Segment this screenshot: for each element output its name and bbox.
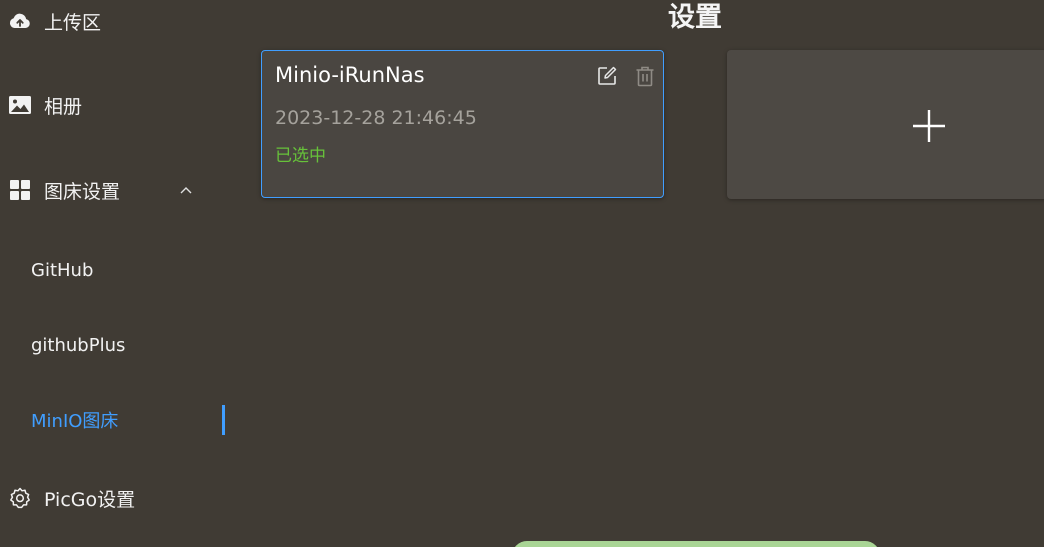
chevron-up-icon[interactable] <box>178 182 194 198</box>
page-title: 设置 <box>668 2 722 33</box>
sidebar-item-label: 图床设置 <box>44 180 121 203</box>
sidebar-subitem-minio[interactable]: MinIO图床 <box>0 400 236 440</box>
grid-icon <box>8 178 32 202</box>
add-config-button[interactable] <box>727 50 1044 199</box>
config-timestamp: 2023-12-28 21:46:45 <box>275 107 477 129</box>
sidebar-item-label: 相册 <box>44 95 83 118</box>
sidebar-item-upload[interactable]: 上传区 <box>0 1 236 41</box>
config-card[interactable]: Minio-iRunNas 2023-12-28 21:46:45 已选中 <box>261 50 664 198</box>
sidebar-subitem-github[interactable]: GitHub <box>0 250 236 290</box>
active-indicator <box>222 405 225 435</box>
app-root: 上传区 相册 图床设置 GitHub githubPlus MinIO图床 Pi… <box>0 0 1044 547</box>
status-badge: 已选中 <box>275 146 326 166</box>
edit-icon[interactable] <box>596 65 618 87</box>
gear-icon <box>8 486 32 510</box>
delete-icon[interactable] <box>634 65 656 87</box>
sidebar-subitem-label: GitHub <box>31 259 94 281</box>
sidebar-item-label: PicGo设置 <box>44 488 136 511</box>
sidebar-item-label: 上传区 <box>44 11 102 34</box>
plus-icon <box>913 110 945 142</box>
sidebar-item-image-hosting[interactable]: 图床设置 <box>0 170 236 210</box>
config-name: Minio-iRunNas <box>275 63 425 87</box>
bottom-action-button[interactable] <box>512 541 880 547</box>
sidebar-item-picgo-settings[interactable]: PicGo设置 <box>0 478 236 518</box>
sidebar-subitem-label: MinIO图床 <box>31 411 119 432</box>
sidebar-subitem-githubplus[interactable]: githubPlus <box>0 325 236 365</box>
sidebar: 上传区 相册 图床设置 GitHub githubPlus MinIO图床 Pi… <box>0 0 236 547</box>
sidebar-subitem-label: githubPlus <box>31 334 126 356</box>
cloud-upload-icon <box>8 9 32 33</box>
sidebar-item-album[interactable]: 相册 <box>0 85 236 125</box>
picture-icon <box>8 93 32 117</box>
